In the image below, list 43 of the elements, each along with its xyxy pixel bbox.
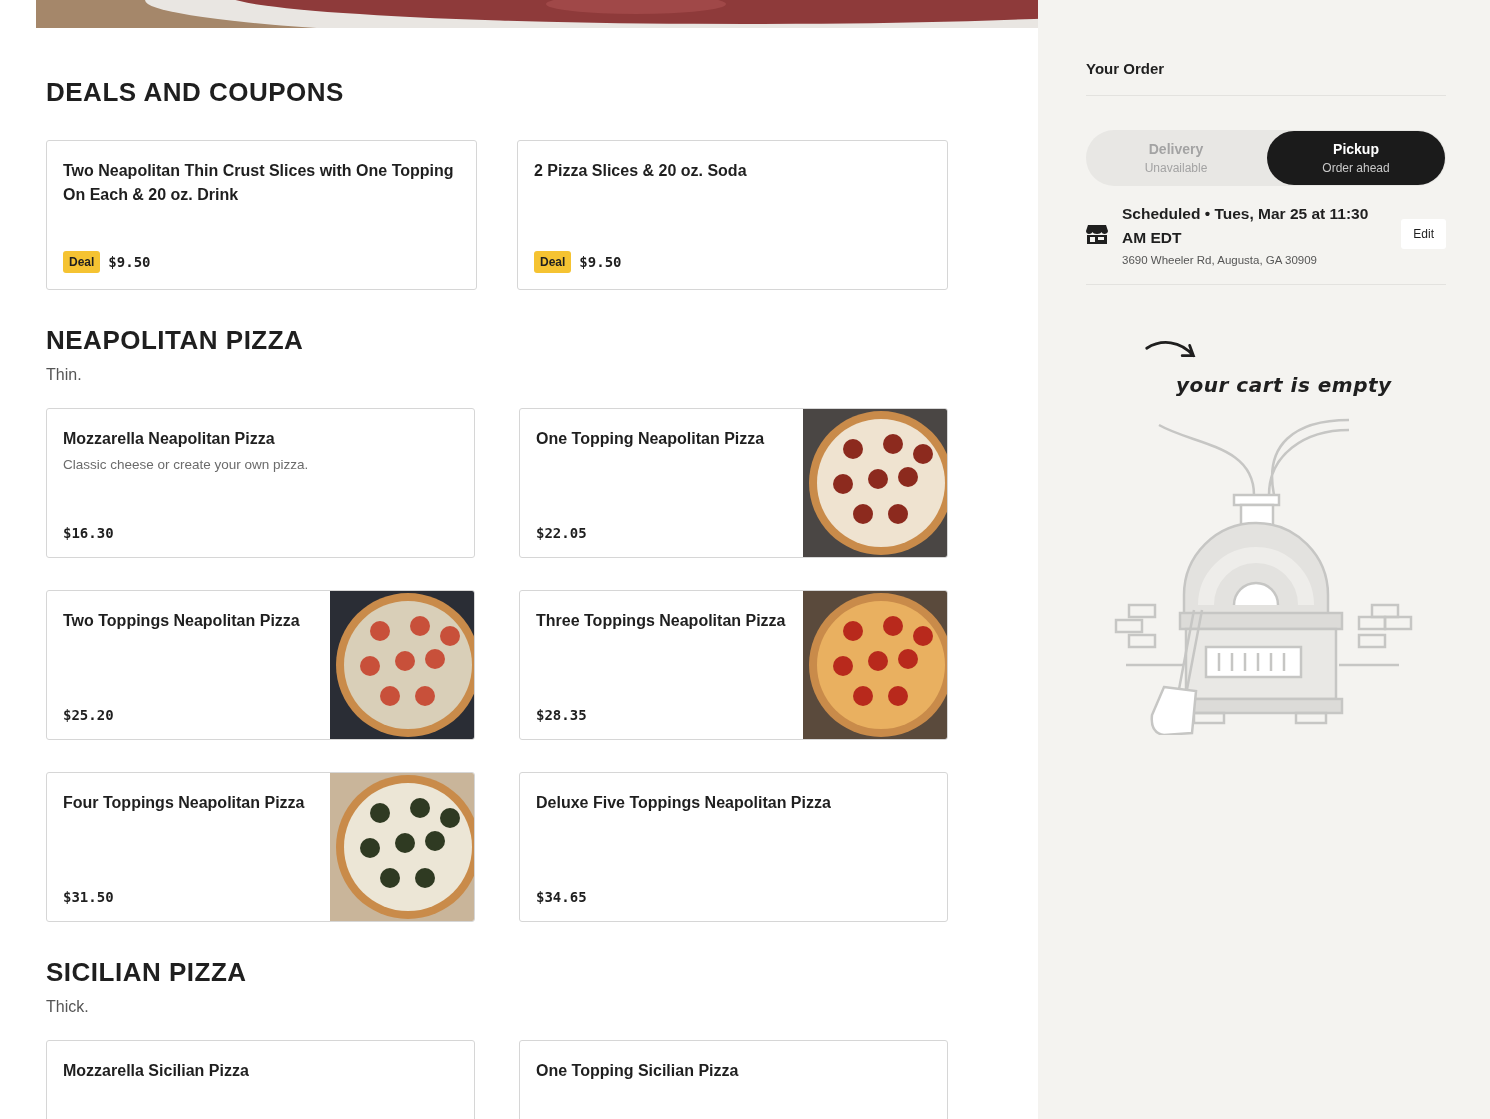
menu-item-card[interactable]: Two Neapolitan Thin Crust Slices with One Topping On Each & 20 oz. Drink Deal $9.50 — [46, 140, 477, 290]
item-price: $28.35 — [536, 707, 587, 723]
item-price: $9.50 — [579, 254, 622, 270]
menu-item-card[interactable]: One Topping Sicilian Pizza — [519, 1040, 948, 1119]
item-name: Three Toppings Neapolitan Pizza — [536, 611, 786, 631]
item-name: Mozzarella Sicilian Pizza — [63, 1061, 249, 1081]
item-price: $16.30 — [63, 525, 114, 541]
item-price: $34.65 — [536, 889, 587, 905]
deal-badge: Deal — [534, 251, 572, 273]
item-price: $31.50 — [63, 889, 114, 905]
menu-item-card[interactable]: 2 Pizza Slices & 20 oz. Soda Deal $9.50 — [517, 140, 948, 290]
section-description: Thin. — [46, 366, 82, 384]
menu-item-card[interactable]: Three Toppings Neapolitan Pizza $28.35 — [519, 590, 948, 740]
menu-item-card[interactable]: Mozzarella Sicilian Pizza — [46, 1040, 475, 1119]
item-name: One Topping Sicilian Pizza — [536, 1061, 739, 1081]
item-name: Deluxe Five Toppings Neapolitan Pizza — [536, 793, 831, 813]
store-icon — [1086, 224, 1108, 244]
pickup-address: 3690 Wheeler Rd, Augusta, GA 30909 — [1122, 254, 1318, 266]
item-price: $9.50 — [108, 254, 151, 270]
menu-item-card[interactable]: Four Toppings Neapolitan Pizza $31.50 — [46, 772, 475, 922]
schedule-text: Scheduled • Tues, Mar 25 at 11:30 AM EDT — [1122, 204, 1370, 248]
item-name: 2 Pizza Slices & 20 oz. Soda — [534, 161, 747, 181]
item-price: $22.05 — [536, 525, 587, 541]
menu-item-card[interactable]: One Topping Neapolitan Pizza $22.05 — [519, 408, 948, 558]
section-title: DEALS AND COUPONS — [46, 76, 344, 109]
item-name: One Topping Neapolitan Pizza — [536, 429, 765, 449]
menu-item-card[interactable]: Mozzarella Neapolitan Pizza Classic cheese or create your own pizza. $16.30 — [46, 408, 475, 558]
deal-badge: Deal — [63, 251, 101, 273]
item-price: $25.20 — [63, 707, 114, 723]
section-title: NEAPOLITAN PIZZA — [46, 324, 304, 357]
item-description: Classic cheese or create your own pizza. — [63, 457, 309, 472]
item-name: Four Toppings Neapolitan Pizza — [63, 793, 305, 813]
empty-cart-message: your cart is empty — [1176, 373, 1392, 397]
section-description: Thick. — [46, 998, 89, 1016]
edit-button[interactable]: Edit — [1401, 219, 1446, 249]
item-name: Two Toppings Neapolitan Pizza — [63, 611, 300, 631]
item-name: Mozzarella Neapolitan Pizza — [63, 429, 275, 449]
menu-item-card[interactable]: Two Toppings Neapolitan Pizza $25.20 — [46, 590, 475, 740]
fulfillment-option[interactable]: Pickup Order ahead — [1267, 131, 1445, 185]
order-title: Your Order — [1086, 60, 1446, 96]
menu-item-card[interactable]: Deluxe Five Toppings Neapolitan Pizza $34.65 — [519, 772, 948, 922]
item-name: Two Neapolitan Thin Crust Slices with One Topping On Each & 20 oz. Drink — [63, 161, 455, 205]
section-title: SICILIAN PIZZA — [46, 956, 247, 989]
